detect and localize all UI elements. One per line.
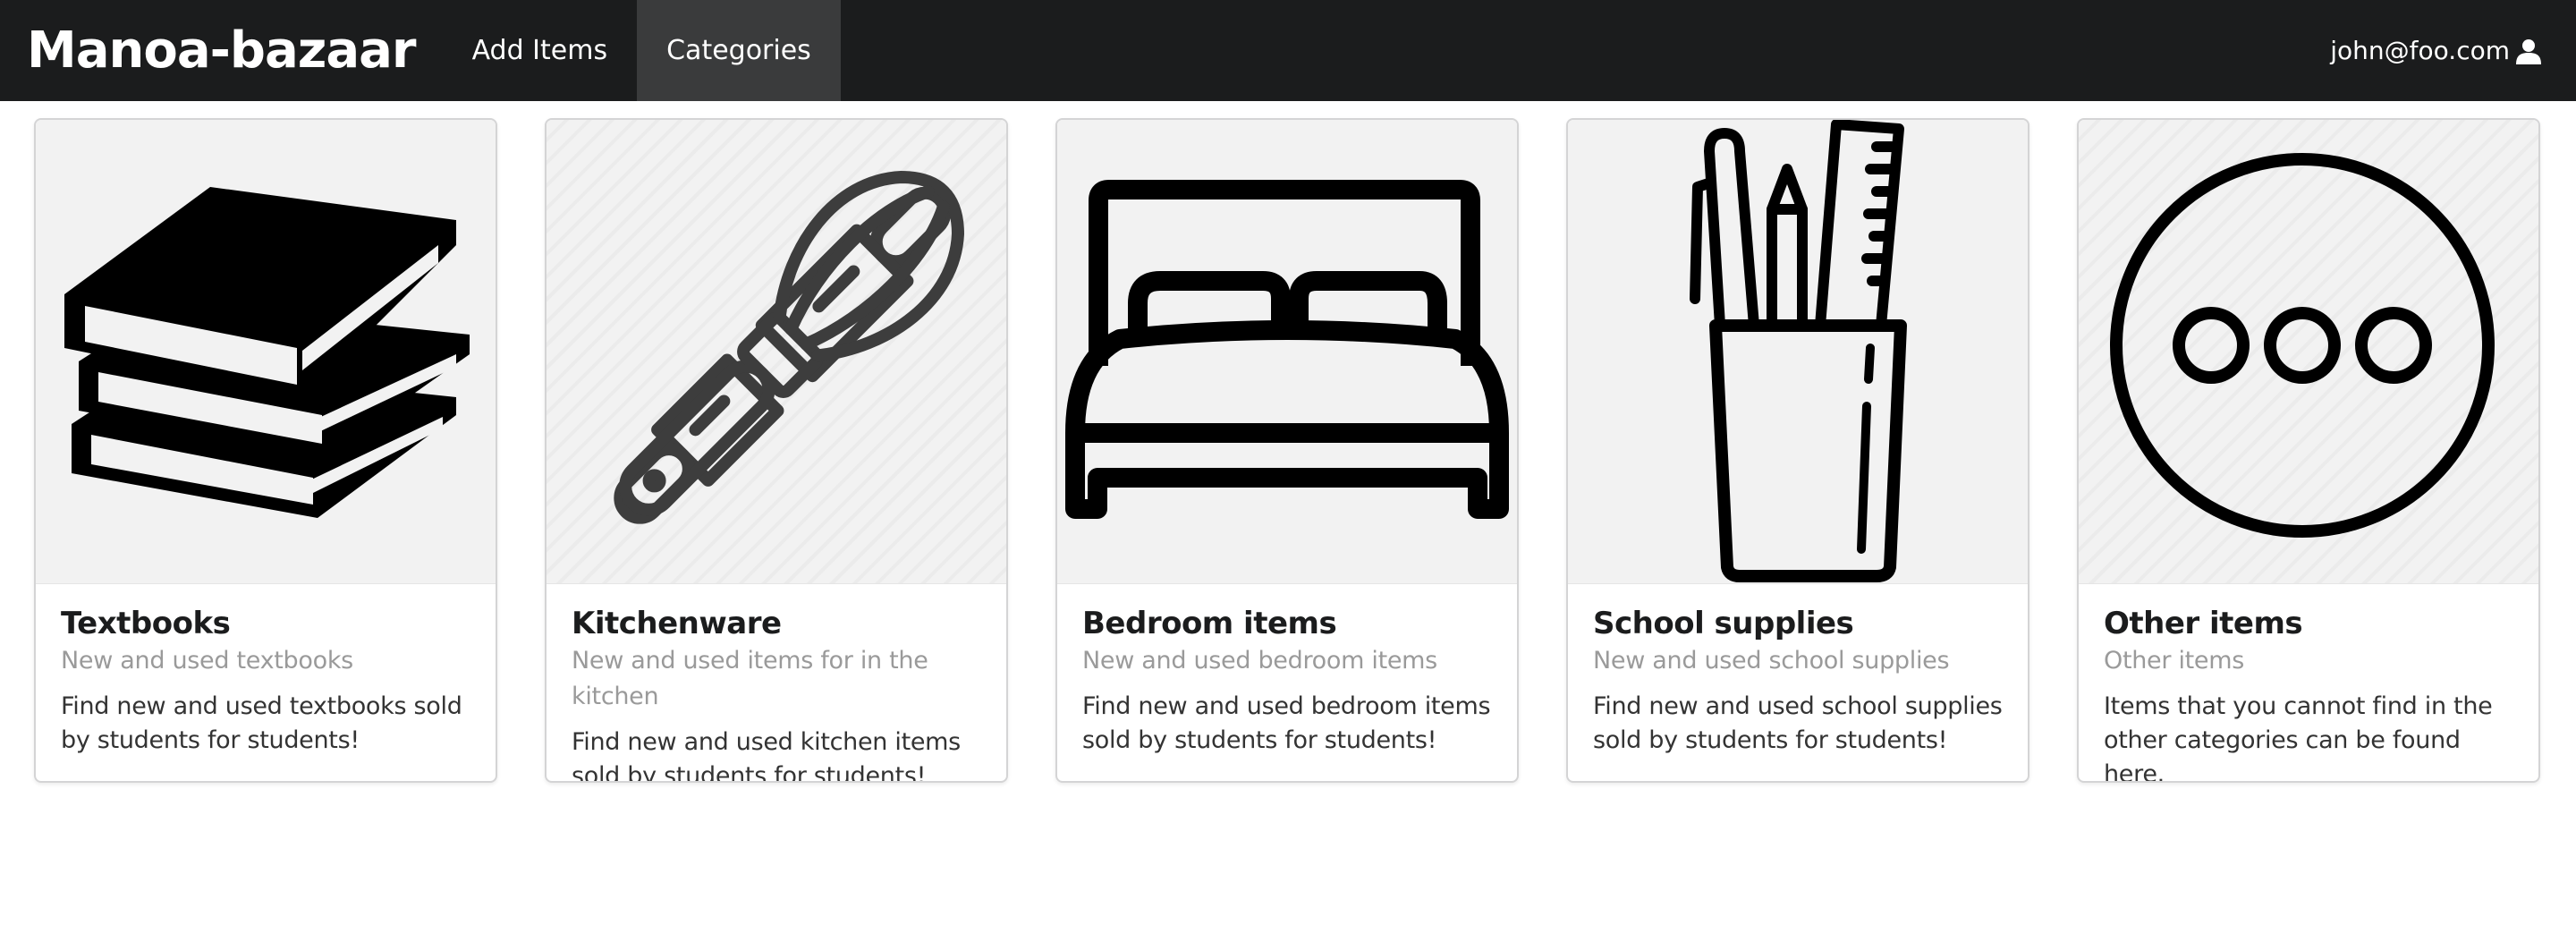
card-school-supplies[interactable]: School supplies New and used school supp…: [1566, 118, 2029, 783]
books-icon: [64, 187, 470, 518]
card-description: Find new and used kitchen items sold by …: [572, 728, 961, 783]
card-content-textbooks: Textbooks New and used textbooks Find ne…: [36, 583, 496, 758]
brand-logo[interactable]: Manoa-bazaar: [27, 0, 417, 101]
nav-categories[interactable]: Categories: [637, 0, 841, 101]
card-image-bedroom: [1057, 120, 1517, 583]
card-description: Items that you cannot find in the other …: [2104, 692, 2493, 783]
card-image-textbooks: [36, 120, 496, 583]
card-description: Find new and used school supplies sold b…: [1593, 692, 2003, 754]
card-content-other-items: Other items Other items Items that you c…: [2079, 583, 2538, 783]
card-description: Find new and used bedroom items sold by …: [1082, 692, 1491, 754]
card-kitchenware[interactable]: Kitchenware New and used items for in th…: [545, 118, 1008, 783]
card-content-bedroom: Bedroom items New and used bedroom items…: [1057, 583, 1517, 758]
card-meta: Other items: [2104, 647, 2245, 675]
card-description: Find new and used textbooks sold by stud…: [61, 692, 462, 754]
kitchen-utensils-icon: [614, 171, 964, 524]
card-image-school-supplies: [1568, 120, 2028, 583]
more-dots-icon: [2110, 153, 2495, 538]
user-menu[interactable]: john@foo.com: [2330, 36, 2542, 65]
card-image-other-items: [2079, 120, 2538, 583]
user-email: john@foo.com: [2330, 36, 2510, 65]
card-meta: New and used items for in the kitchen: [572, 647, 928, 710]
bed-icon: [1065, 180, 1509, 519]
card-header: Bedroom items: [1082, 606, 1337, 641]
card-header: Other items: [2104, 606, 2303, 641]
card-content-school-supplies: School supplies New and used school supp…: [1568, 583, 2028, 758]
card-other-items[interactable]: Other items Other items Items that you c…: [2077, 118, 2540, 783]
card-bedroom-items[interactable]: Bedroom items New and used bedroom items…: [1055, 118, 1519, 783]
nav-add-items[interactable]: Add Items: [443, 0, 638, 101]
user-icon: [2516, 38, 2541, 64]
card-image-kitchenware: [547, 120, 1006, 583]
card-textbooks[interactable]: Textbooks New and used textbooks Find ne…: [34, 118, 497, 783]
top-navbar: Manoa-bazaar Add Items Categories john@f…: [0, 0, 2576, 101]
card-header: School supplies: [1593, 606, 1854, 641]
pencil-cup-icon: [1690, 120, 1907, 582]
card-meta: New and used school supplies: [1593, 647, 1950, 675]
card-header: Kitchenware: [572, 606, 782, 641]
card-meta: New and used bedroom items: [1082, 647, 1437, 675]
card-header: Textbooks: [61, 606, 231, 641]
card-meta: New and used textbooks: [61, 647, 353, 675]
card-content-kitchenware: Kitchenware New and used items for in th…: [547, 583, 1006, 783]
